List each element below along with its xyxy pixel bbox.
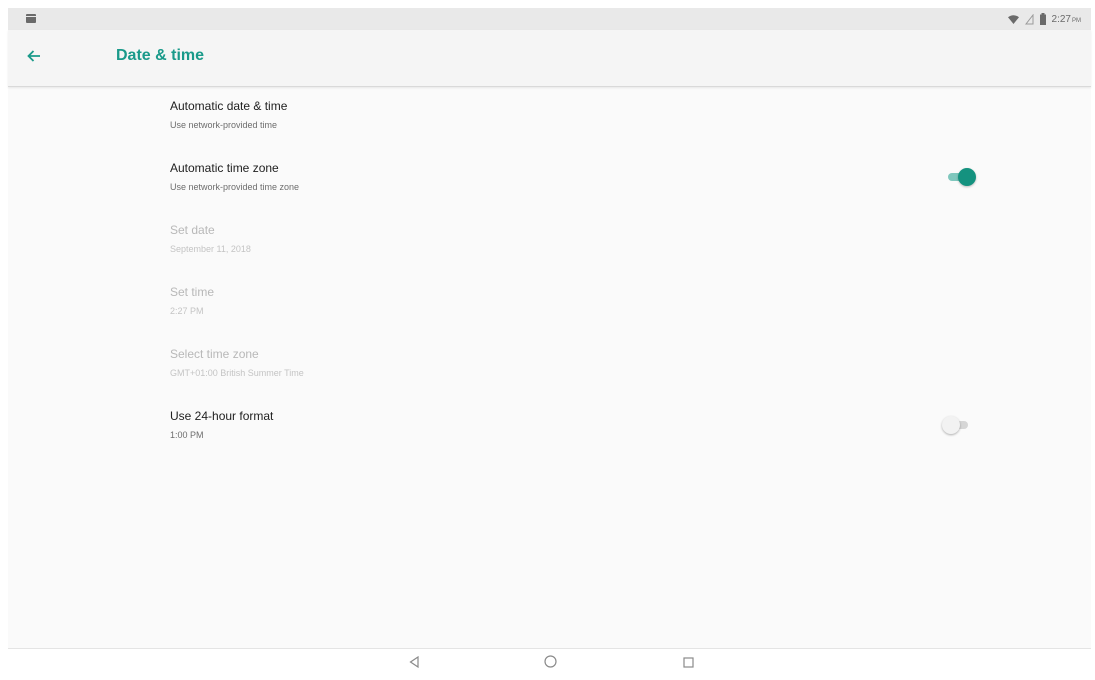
clock-time: 2:27 (1051, 13, 1071, 25)
back-triangle-icon (409, 655, 419, 673)
screen: 2:27PM Date & time Automatic date & time… (8, 8, 1091, 680)
arrow-back-icon (27, 49, 41, 67)
automatic-time-zone-toggle[interactable] (946, 167, 976, 187)
clock-suffix: PM (1072, 17, 1081, 24)
navigation-bar (8, 648, 1091, 680)
recents-square-icon (682, 655, 694, 673)
setting-subtitle: 1:00 PM (170, 430, 204, 440)
app-bar: Date & time (8, 30, 1091, 87)
signal-icon (1024, 13, 1034, 25)
nav-home-button[interactable] (542, 655, 558, 673)
setting-subtitle: September 11, 2018 (170, 244, 251, 254)
battery-icon (1039, 13, 1046, 25)
setting-subtitle: 2:27 PM (170, 306, 204, 316)
clock: 2:27PM (1052, 14, 1081, 25)
setting-subtitle: Use network-provided time (170, 120, 278, 130)
setting-set-date: Set date September 11, 2018 (8, 211, 1091, 267)
page-title: Date & time (116, 47, 205, 64)
wifi-icon (1007, 14, 1019, 24)
notification-icon (26, 14, 36, 23)
toggle-thumb (942, 416, 960, 434)
nav-recents-button[interactable] (680, 656, 696, 672)
home-circle-icon (543, 655, 557, 673)
setting-title: Automatic date & time (170, 99, 288, 113)
setting-title: Use 24-hour format (170, 409, 274, 423)
setting-automatic-time-zone[interactable]: Automatic time zone Use network-provided… (8, 149, 1091, 205)
setting-subtitle: GMT+01:00 British Summer Time (170, 368, 304, 378)
setting-select-time-zone: Select time zone GMT+01:00 British Summe… (8, 335, 1091, 391)
setting-use-24-hour-format[interactable]: Use 24-hour format 1:00 PM (8, 397, 1091, 453)
setting-title: Set date (170, 223, 215, 237)
setting-subtitle: Use network-provided time zone (170, 182, 300, 192)
back-button[interactable] (20, 44, 48, 72)
status-icons: 2:27PM (1007, 11, 1081, 27)
use-24-hour-format-toggle[interactable] (942, 415, 972, 435)
setting-automatic-date-time[interactable]: Automatic date & time Use network-provid… (8, 87, 1091, 143)
setting-title: Select time zone (170, 347, 259, 361)
setting-title: Automatic time zone (170, 161, 279, 175)
toggle-thumb (958, 168, 976, 186)
nav-back-button[interactable] (406, 655, 422, 673)
setting-set-time: Set time 2:27 PM (8, 273, 1091, 329)
status-bar: 2:27PM (8, 8, 1091, 30)
setting-title: Set time (170, 285, 215, 299)
